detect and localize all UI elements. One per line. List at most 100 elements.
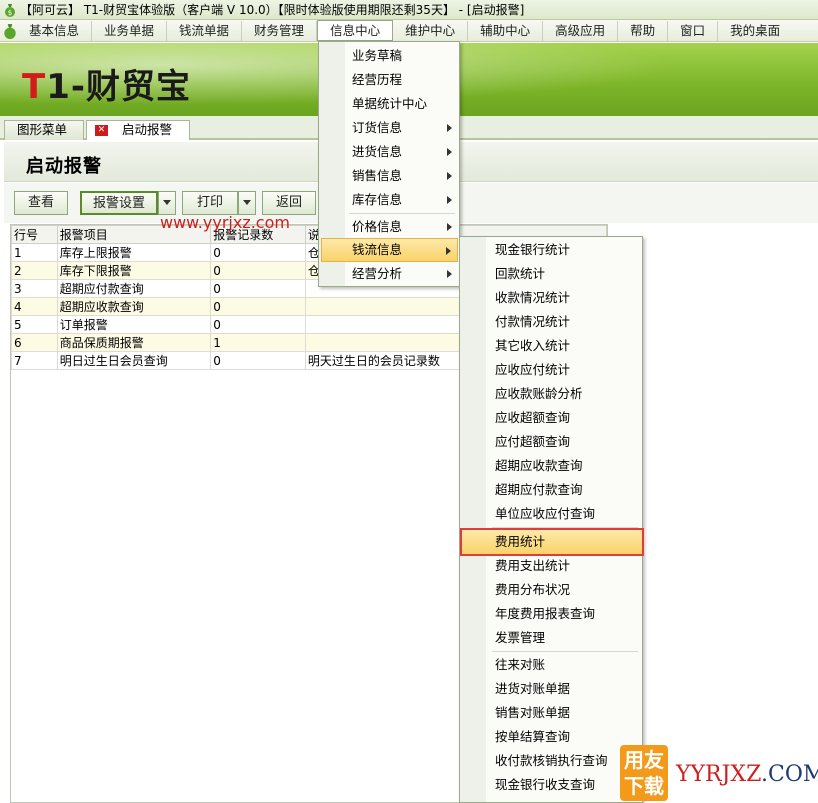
cell-record-count: 0 (210, 351, 306, 370)
menu-item-analysis[interactable]: 经营分析 (321, 262, 458, 286)
cell-row-number: 3 (11, 279, 58, 298)
chevron-right-icon (446, 247, 451, 255)
chevron-down-icon (243, 200, 251, 205)
chevron-right-icon (447, 270, 452, 278)
site-brand-text: YYRJXZ.COM (676, 762, 818, 787)
menu-item-orders[interactable]: 订货信息 (321, 116, 458, 140)
cell-record-count: 1 (210, 333, 306, 352)
submenu-item[interactable]: 费用分布状况 (462, 578, 642, 602)
cell-row-number: 4 (11, 297, 58, 316)
menu-bar: 基本信息 业务单据 钱流单据 财务管理 信息中心 维护中心 辅助中心 高级应用 … (0, 20, 818, 42)
cell-alarm-item: 库存下限报警 (56, 261, 212, 280)
submenu-item[interactable]: 回款统计 (462, 262, 642, 286)
site-watermark: www.yyrjxz.com (160, 213, 290, 232)
menu-help[interactable]: 帮助 (618, 20, 669, 41)
cashflow-submenu: 现金银行统计 回款统计 收款情况统计 付款情况统计 其它收入统计 应收应付统计 … (459, 236, 644, 803)
submenu-item[interactable]: 收付款核销执行查询 (462, 749, 642, 773)
cell-alarm-item: 超期应收款查询 (56, 297, 212, 316)
page-title: 启动报警 (26, 156, 102, 177)
submenu-item[interactable]: 其它收入统计 (462, 334, 642, 358)
menu-finance[interactable]: 财务管理 (242, 20, 318, 41)
menu-separator (349, 213, 455, 214)
menu-window[interactable]: 窗口 (668, 20, 719, 41)
submenu-item[interactable]: 进货对账单据 (462, 677, 642, 701)
money-bag-icon: $ (5, 3, 15, 17)
submenu-item[interactable]: 应付超额查询 (462, 430, 642, 454)
menu-item-cashflow[interactable]: 钱流信息 (321, 238, 458, 262)
menu-my-desktop[interactable]: 我的桌面 (718, 21, 792, 41)
cell-alarm-item: 超期应付款查询 (56, 279, 212, 298)
chevron-down-icon (163, 200, 171, 205)
cell-record-count: 0 (210, 243, 306, 262)
submenu-item[interactable]: 费用支出统计 (462, 554, 642, 578)
menu-item-history[interactable]: 经营历程 (321, 68, 458, 92)
cell-row-number: 2 (11, 261, 58, 280)
cell-alarm-item: 明日过生日会员查询 (56, 351, 212, 370)
window-title: 【阿可云】 T1-财贸宝体验版（客户端 V 10.0）【限时体验版使用期限还剩3… (20, 3, 525, 17)
tab-label: 启动报警 (122, 122, 173, 137)
submenu-item[interactable]: 现金银行收支查询 (462, 773, 642, 797)
money-bag-icon (4, 23, 16, 39)
menu-business-docs[interactable]: 业务单据 (92, 20, 168, 41)
submenu-item[interactable]: 应收款账龄分析 (462, 382, 642, 406)
menu-item-price[interactable]: 价格信息 (321, 215, 458, 239)
chevron-right-icon (447, 172, 452, 180)
tab-startup-alarm[interactable]: ✕ 启动报警 (86, 120, 190, 140)
view-button[interactable]: 查看 (14, 191, 68, 215)
product-logo: T1-财贸宝 (22, 67, 191, 107)
close-icon[interactable]: ✕ (95, 125, 108, 136)
menu-separator (492, 651, 638, 652)
submenu-item[interactable]: 销售对账单据 (462, 701, 642, 725)
menu-item-drafts[interactable]: 业务草稿 (321, 44, 458, 68)
print-button[interactable]: 打印 (182, 191, 238, 215)
menu-item-sales[interactable]: 销售信息 (321, 164, 458, 188)
cell-alarm-item: 订单报警 (56, 315, 212, 334)
tab-graphic-menu[interactable]: 图形菜单 (4, 120, 84, 140)
alarm-settings-dropdown[interactable] (158, 191, 176, 215)
menu-separator (492, 527, 638, 528)
cell-row-number: 7 (11, 351, 58, 370)
cell-alarm-item: 商品保质期报警 (56, 333, 212, 352)
menu-item-doc-stats[interactable]: 单据统计中心 (321, 92, 458, 116)
menu-info-center[interactable]: 信息中心 (317, 20, 394, 41)
menu-item-purchase[interactable]: 进货信息 (321, 140, 458, 164)
submenu-item[interactable]: 发票管理 (462, 626, 642, 650)
menu-item-inventory[interactable]: 库存信息 (321, 188, 458, 212)
chevron-right-icon (447, 196, 452, 204)
site-logo: 用友 下载 (620, 745, 668, 801)
submenu-item[interactable]: 应收应付统计 (462, 358, 642, 382)
window-title-bar: $ 【阿可云】 T1-财贸宝体验版（客户端 V 10.0）【限时体验版使用期限还… (0, 0, 818, 20)
submenu-item[interactable]: 往来对账 (462, 653, 642, 677)
chevron-right-icon (447, 124, 452, 132)
cell-record-count: 0 (210, 261, 306, 280)
cell-record-count: 0 (210, 297, 306, 316)
cell-record-count: 0 (210, 279, 306, 298)
menu-maintenance[interactable]: 维护中心 (393, 20, 469, 41)
print-dropdown[interactable] (238, 191, 256, 215)
menu-basic-info[interactable]: 基本信息 (17, 20, 93, 41)
submenu-item[interactable]: 现金银行统计 (462, 238, 642, 262)
cell-row-number: 6 (11, 333, 58, 352)
col-row-number[interactable]: 行号 (11, 225, 58, 244)
chevron-right-icon (447, 148, 452, 156)
submenu-item[interactable]: 超期应付款查询 (462, 478, 642, 502)
submenu-item[interactable]: 应收超额查询 (462, 406, 642, 430)
cell-alarm-item: 库存上限报警 (56, 243, 212, 262)
back-button[interactable]: 返回 (262, 191, 316, 215)
submenu-item[interactable]: 单位应收应付查询 (462, 502, 642, 526)
cell-row-number: 5 (11, 315, 58, 334)
cell-row-number: 1 (11, 243, 58, 262)
menu-advanced[interactable]: 高级应用 (543, 20, 619, 41)
submenu-item[interactable]: 付款情况统计 (462, 310, 642, 334)
submenu-item[interactable]: 超期应收款查询 (462, 454, 642, 478)
submenu-item[interactable]: 收款情况统计 (462, 286, 642, 310)
alarm-settings-button[interactable]: 报警设置 (80, 191, 158, 215)
svg-text:$: $ (8, 9, 12, 17)
menu-assistant[interactable]: 辅助中心 (468, 20, 544, 41)
menu-cashflow-docs[interactable]: 钱流单据 (167, 20, 243, 41)
cell-record-count: 0 (210, 315, 306, 334)
chevron-right-icon (447, 223, 452, 231)
submenu-item-expense-stats[interactable]: 费用统计 (460, 528, 644, 556)
submenu-item[interactable]: 年度费用报表查询 (462, 602, 642, 626)
submenu-item[interactable]: 按单结算查询 (462, 725, 642, 749)
